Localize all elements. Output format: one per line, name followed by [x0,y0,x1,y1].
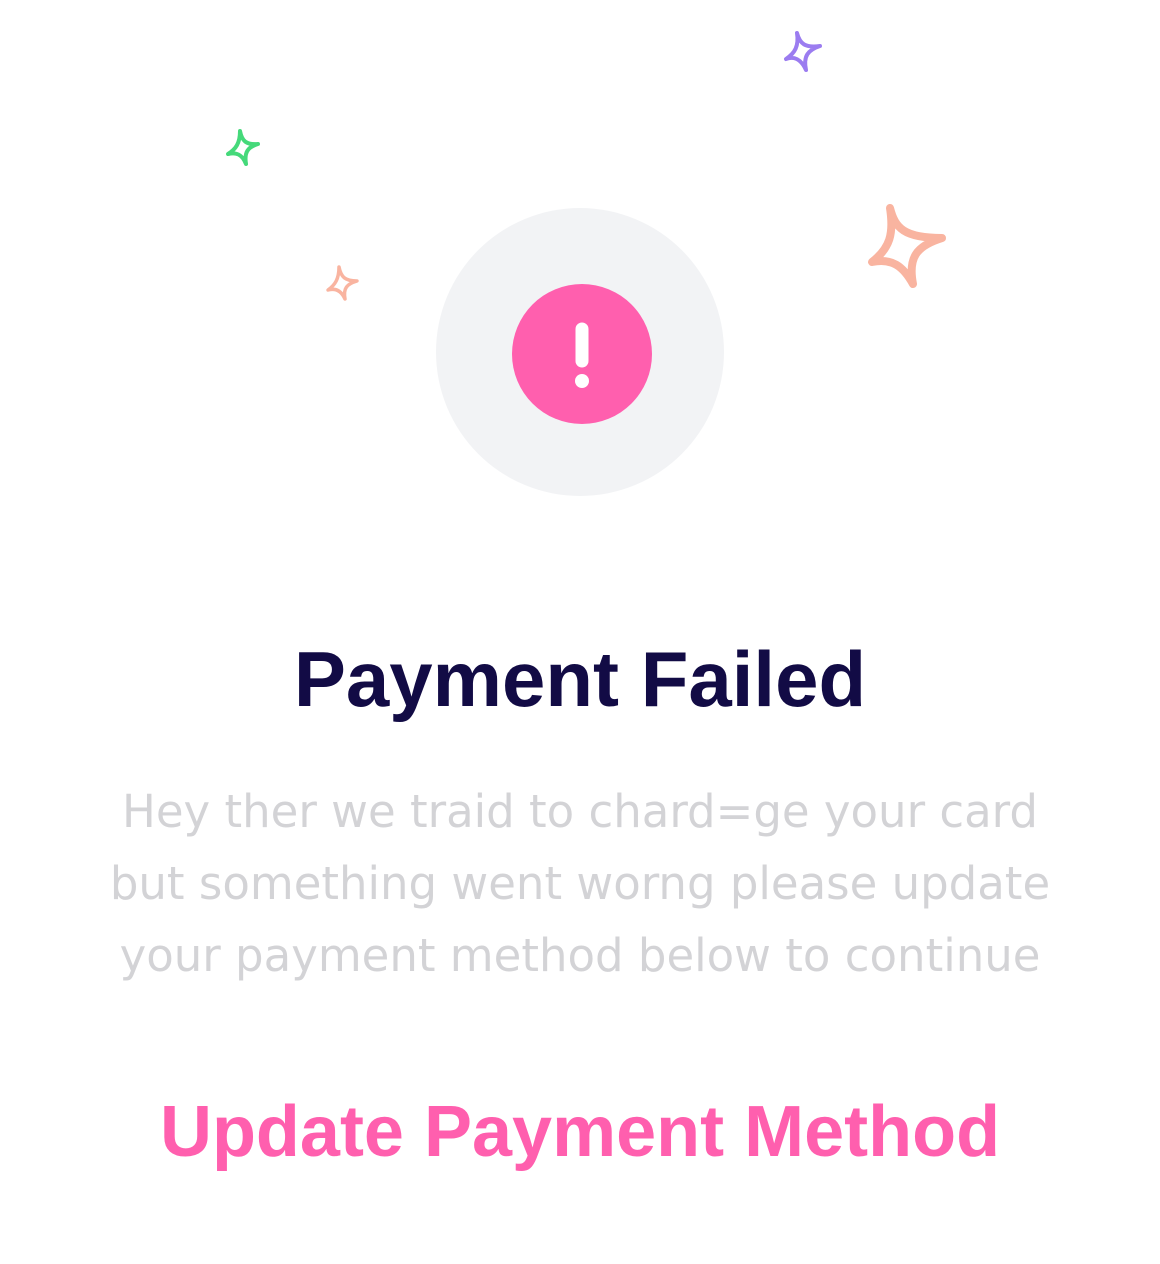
sparkle-icon [780,28,828,76]
update-payment-method-button[interactable]: Update Payment Method [90,1082,1070,1182]
exclamation-icon [512,284,652,424]
sparkle-icon [323,262,365,304]
error-message: Hey ther we traid to chard=ge your card … [109,785,1051,982]
sparkle-icon [864,200,954,292]
sparkle-icon [223,126,265,168]
page-title: Payment Failed [293,635,867,723]
